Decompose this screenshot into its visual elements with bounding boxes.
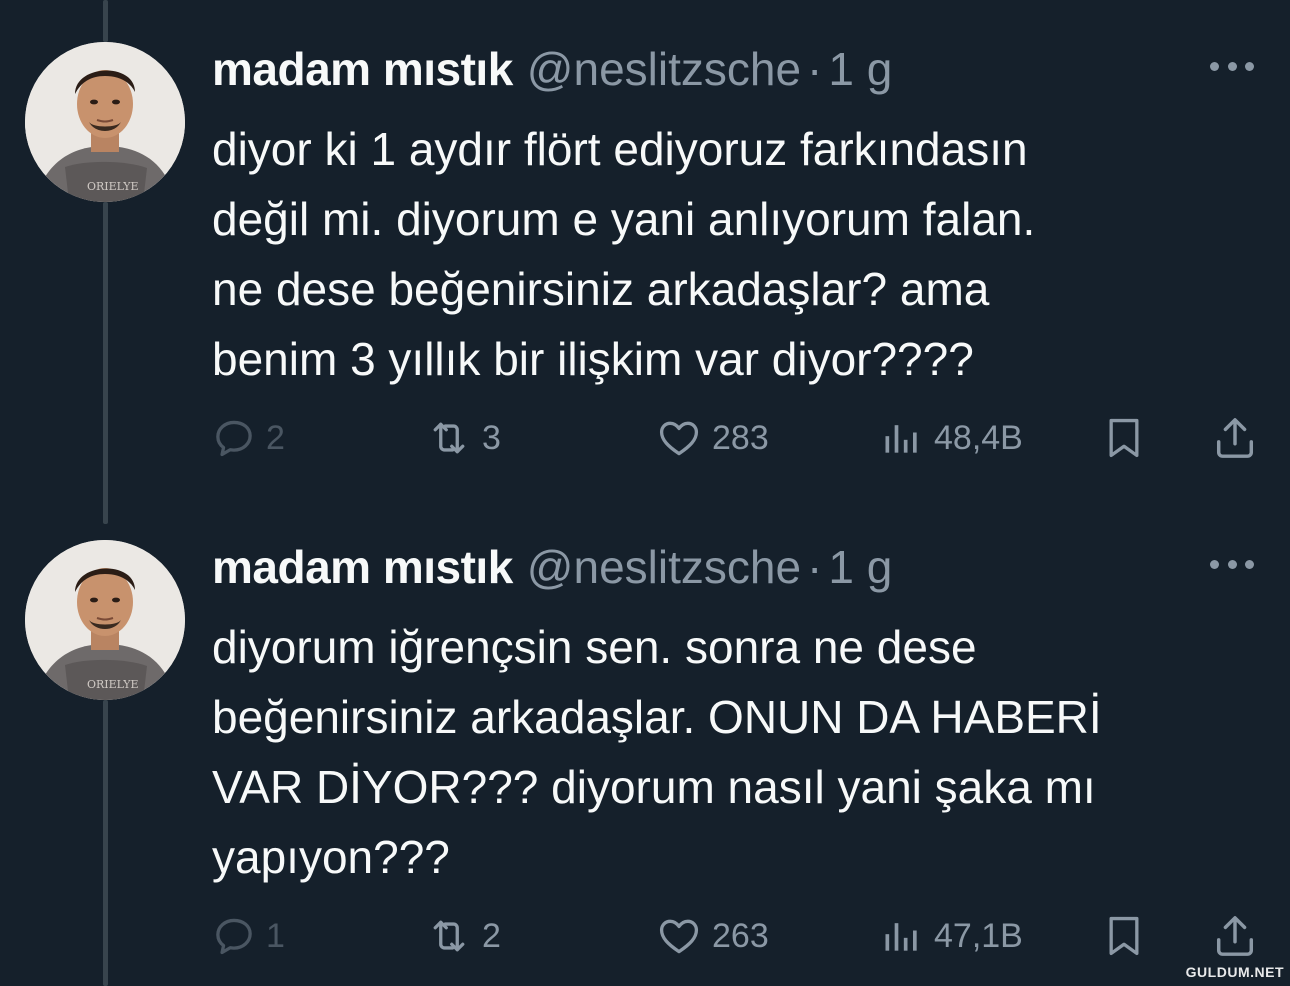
tweet-text-line: değil mi. diyorum e yani anlıyorum falan… [212, 193, 1036, 245]
bookmark-icon [1109, 418, 1139, 458]
separator-dot: · [807, 541, 823, 593]
views-count: 47,1B [934, 916, 1023, 955]
svg-text:ORIELYE: ORIELYE [87, 180, 139, 193]
separator-dot: · [807, 43, 823, 95]
like-button[interactable]: 263 [656, 906, 769, 966]
retweet-count: 2 [482, 916, 501, 955]
heart-icon [659, 421, 699, 456]
retweet-button[interactable]: 3 [426, 408, 501, 468]
tweet-text-line: beğenirsiniz arkadaşlar. ONUN DA HABERİ [212, 691, 1102, 743]
reply-button[interactable]: 2 [212, 408, 285, 468]
share-button[interactable] [1212, 906, 1258, 966]
tweet-text-line: ne dese beğenirsiniz arkadaşlar? ama [212, 263, 990, 315]
tweet-text-line: yapıyon??? [212, 831, 450, 883]
tweet-header: madam mıstık @neslitzsche · 1 g [212, 42, 892, 102]
action-bar: 1 2 263 47,1B [212, 906, 1272, 966]
avatar-photo: ORIELYE [25, 42, 185, 202]
tweet-text-line: benim 3 yıllık bir ilişkim var diyor???? [212, 333, 974, 385]
tweet-text-line: diyor ki 1 aydır flört ediyoruz farkında… [212, 123, 1028, 175]
author-name[interactable]: madam mıstık [212, 42, 513, 96]
like-button[interactable]: 283 [656, 408, 769, 468]
views-icon [885, 425, 917, 453]
page: ORIELYE madam mıstık @neslitzsche · 1 g … [0, 0, 1290, 986]
tweet-header: madam mıstık @neslitzsche · 1 g [212, 540, 892, 600]
bookmark-button[interactable] [1102, 408, 1146, 468]
action-bar: 2 3 283 48,4B [212, 408, 1272, 468]
avatar[interactable]: ORIELYE [25, 42, 185, 202]
share-icon [1216, 418, 1254, 458]
bookmark-icon [1109, 916, 1139, 956]
avatar[interactable]: ORIELYE [25, 540, 185, 700]
retweet-count: 3 [482, 418, 501, 457]
retweet-button[interactable]: 2 [426, 906, 501, 966]
reply-icon [216, 918, 252, 955]
bookmark-button[interactable] [1102, 906, 1146, 966]
heart-icon [659, 919, 699, 954]
reply-count: 2 [266, 418, 285, 457]
avatar-photo: ORIELYE [25, 540, 185, 700]
views-button[interactable]: 47,1B [880, 906, 1023, 966]
tweet-text: diyor ki 1 aydır flört ediyoruz farkında… [212, 114, 1252, 394]
author-handle[interactable]: @neslitzsche [527, 42, 801, 96]
more-icon[interactable] [1210, 56, 1254, 76]
reply-count: 1 [266, 916, 285, 955]
more-icon[interactable] [1210, 554, 1254, 574]
views-count: 48,4B [934, 418, 1023, 457]
like-count: 263 [712, 916, 769, 955]
views-button[interactable]: 48,4B [880, 408, 1023, 468]
retweet-icon [433, 920, 465, 952]
like-count: 283 [712, 418, 769, 457]
tweet-text-line: VAR DİYOR??? diyorum nasıl yani şaka mı [212, 761, 1096, 813]
reply-button[interactable]: 1 [212, 906, 285, 966]
timestamp[interactable]: 1 g [828, 540, 892, 594]
share-icon [1216, 916, 1254, 956]
timestamp[interactable]: 1 g [828, 42, 892, 96]
share-button[interactable] [1212, 408, 1258, 468]
thread-connector [103, 202, 108, 524]
author-handle[interactable]: @neslitzsche [527, 540, 801, 594]
thread-connector [103, 0, 108, 42]
thread-connector [103, 700, 108, 986]
watermark: GULDUM.NET [1185, 964, 1284, 980]
views-icon [885, 923, 917, 951]
svg-text:ORIELYE: ORIELYE [87, 678, 139, 691]
retweet-icon [433, 422, 465, 454]
author-name[interactable]: madam mıstık [212, 540, 513, 594]
tweet-text-line: diyorum iğrençsin sen. sonra ne dese [212, 621, 977, 673]
reply-icon [216, 420, 252, 457]
tweet-text: diyorum iğrençsin sen. sonra ne dese beğ… [212, 612, 1252, 892]
